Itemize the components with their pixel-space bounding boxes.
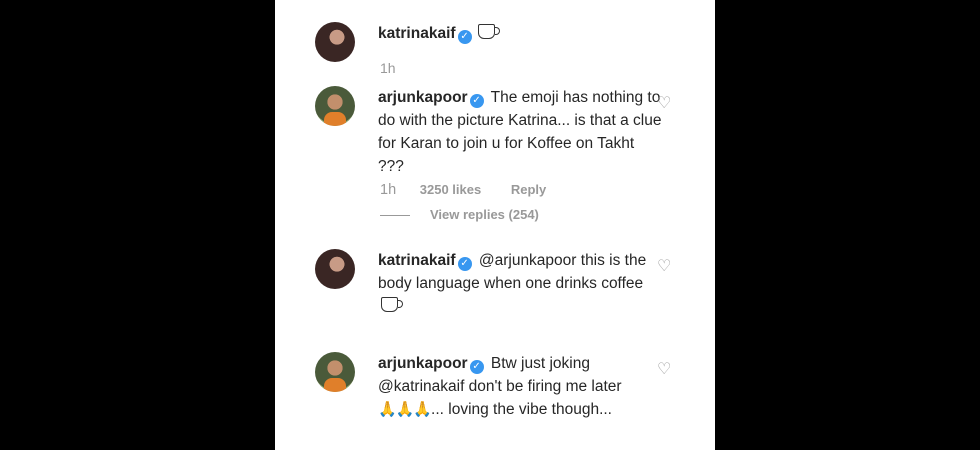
heart-icon[interactable]: ♡ — [657, 96, 675, 112]
view-replies-button[interactable]: View replies (254) — [380, 207, 539, 222]
comment-username[interactable]: katrinakaif — [378, 252, 456, 269]
likes-count[interactable]: 3250 likes — [420, 182, 481, 197]
comment-username[interactable]: arjunkapoor — [378, 355, 468, 372]
verified-badge-icon: ✓ — [469, 360, 484, 374]
comment-username[interactable]: katrinakaif — [378, 25, 456, 42]
divider — [380, 215, 410, 217]
avatar[interactable] — [315, 352, 355, 392]
verified-badge-icon: ✓ — [457, 257, 472, 271]
comment-time: 1h — [380, 182, 397, 198]
heart-icon[interactable]: ♡ — [657, 259, 675, 275]
avatar[interactable] — [315, 86, 355, 126]
verified-badge-icon: ✓ — [457, 30, 472, 44]
avatar[interactable] — [315, 249, 355, 289]
comment-username[interactable]: arjunkapoor — [378, 89, 468, 106]
comment-time: 1h — [380, 60, 396, 76]
praying-hands-emoji: 🙏🙏🙏 — [378, 401, 432, 418]
comment-text-continued: ... loving the vibe though... — [431, 401, 612, 418]
avatar[interactable] — [315, 22, 355, 62]
verified-badge-icon: ✓ — [469, 94, 484, 108]
heart-icon[interactable]: ♡ — [657, 362, 675, 378]
reply-button[interactable]: Reply — [511, 182, 546, 197]
coffee-cup-icon — [381, 297, 403, 312]
comments-panel: katrinakaif ✓ 1h arjunkapoor ✓ The emoji h… — [275, 0, 715, 450]
coffee-cup-icon — [477, 24, 500, 39]
comment-meta: 1h 3250 likes Reply — [380, 182, 572, 198]
view-replies-label: View replies (254) — [430, 207, 539, 222]
